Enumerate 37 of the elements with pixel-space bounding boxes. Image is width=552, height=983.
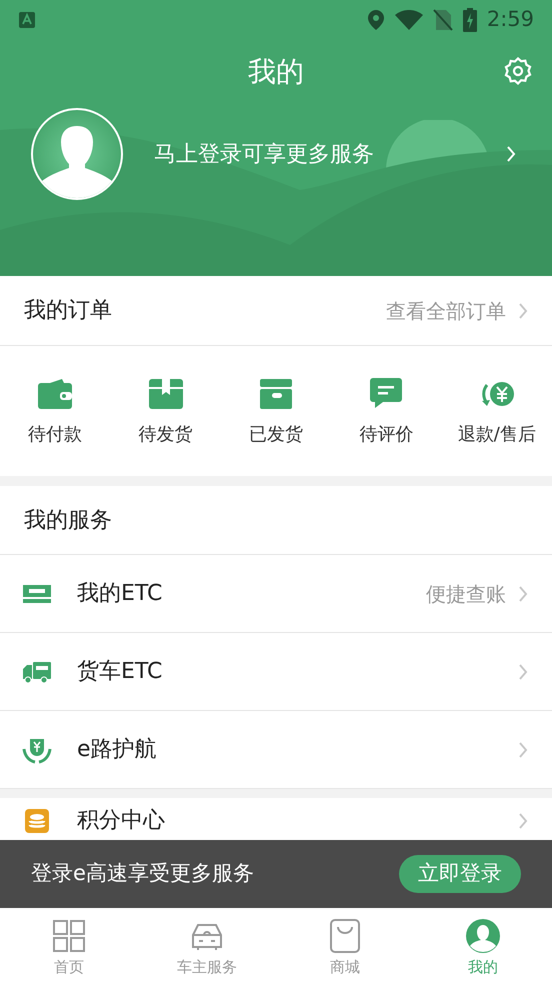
order-status-item[interactable]: 待付款 [0,374,110,448]
login-prompt-text: 马上登录可享更多服务 [154,140,375,168]
no-sim-icon [432,9,453,31]
settings-icon [503,56,533,86]
page-title: 我的 [248,54,304,90]
order-status-item[interactable]: 待发货 [110,374,221,448]
chevron-icon [518,662,528,680]
service-row[interactable]: 我的ETC 便捷查账 [0,555,552,633]
service-hint: 便捷查账 [426,580,506,608]
location-icon [366,9,385,31]
battery-charging-icon [462,8,477,32]
section-title: 我的服务 [24,506,112,534]
service-label: 积分中心 [77,808,166,834]
chevron-icon [518,812,528,830]
shopping-bag-icon [327,918,363,954]
toast-text: 登录e高速享受更多服务 [31,860,254,888]
settings-button[interactable] [502,55,534,87]
service-row[interactable]: 货车ETC [0,633,552,711]
service-label: 货车ETC [77,658,164,686]
service-label: e路护航 [77,736,158,764]
chevron-icon [506,145,516,163]
coins-icon [22,806,52,836]
service-label: 我的ETC [77,580,164,608]
section-title: 我的订单 [24,297,112,325]
order-status-item[interactable]: 已发货 [220,374,332,448]
wifi-icon [394,10,423,30]
notification-icon [18,11,36,29]
chevron-icon [518,302,528,320]
service-row[interactable]: e路护航 [0,711,552,789]
status-time: 2:59 [486,6,534,34]
person-icon [465,918,501,954]
grid-icon [51,918,87,954]
chevron-icon [518,740,528,758]
order-status-item[interactable]: 待评价 [331,374,442,448]
chevron-icon [518,584,528,602]
service-row[interactable]: 积分中心 [0,798,552,840]
order-status-item[interactable]: 退款/售后 [442,374,552,448]
